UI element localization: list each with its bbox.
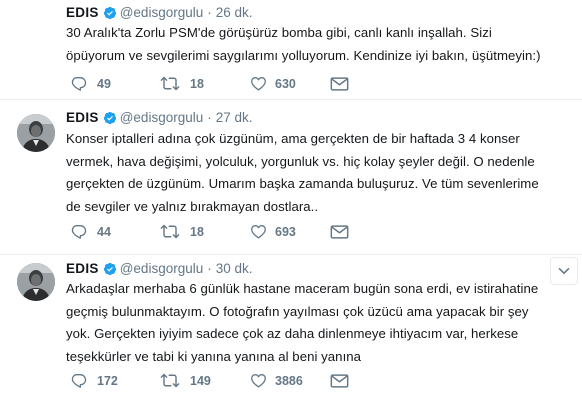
tweet-text-line: Arkadaşlar merhaba 6 günlük hastane mace… <box>66 281 539 296</box>
tweet-timestamp[interactable]: 27 dk. <box>216 110 253 125</box>
tweet-text-line: teşekkürler ve tabi ki yanına yanına al … <box>66 348 362 364</box>
author-handle[interactable]: @edisgorgulu <box>120 110 204 125</box>
heart-icon <box>251 374 266 388</box>
author-name[interactable]: EDIS <box>66 261 99 276</box>
tweet-actions: 172 149 3886 <box>70 373 420 388</box>
reply-count: 44 <box>97 224 111 239</box>
tweet-actions: 44 18 693 <box>70 224 420 239</box>
envelope-icon <box>330 373 349 388</box>
separator-dot: · <box>207 110 212 125</box>
like-count: 693 <box>275 224 296 239</box>
reply-count: 172 <box>97 373 118 388</box>
verified-badge-icon <box>103 6 117 20</box>
direct-message-button[interactable] <box>330 76 420 91</box>
avatar[interactable] <box>17 114 55 152</box>
reply-button[interactable]: 49 <box>70 76 160 91</box>
envelope-icon <box>330 224 349 239</box>
tweet[interactable]: EDIS @edisgorgulu · 26 dk. 30 Aralık'ta … <box>0 0 582 100</box>
tweet-feed: EDIS @edisgorgulu · 26 dk. 30 Aralık'ta … <box>0 0 582 403</box>
tweet-text: Konser iptalleri adına çok üzgünüm, ama … <box>66 128 570 218</box>
tweet-text-line: gerçekten de üzgünüm. Umarım başka zaman… <box>66 176 539 191</box>
tweet-header: EDIS @edisgorgulu · 26 dk. <box>66 5 253 20</box>
like-count: 630 <box>275 76 296 91</box>
like-count: 3886 <box>275 373 303 388</box>
tweet-text-line: 30 Aralık'ta Zorlu PSM'de görüşürüz bomb… <box>66 25 492 40</box>
tweet-actions: 49 18 630 <box>70 76 420 91</box>
author-handle[interactable]: @edisgorgulu <box>120 5 204 20</box>
avatar[interactable] <box>17 263 55 301</box>
retweet-count: 18 <box>190 76 204 91</box>
reply-button[interactable]: 172 <box>70 373 160 388</box>
author-name[interactable]: EDIS <box>66 5 99 20</box>
tweet[interactable]: EDIS @edisgorgulu · 27 dk. Konser iptall… <box>0 100 582 255</box>
tweet-text-line: vermek, hava değişimi, yolculuk, yorgunl… <box>66 153 535 169</box>
tweet-timestamp[interactable]: 30 dk. <box>216 261 253 276</box>
retweet-button[interactable]: 18 <box>160 76 250 91</box>
reply-icon <box>71 374 87 388</box>
tweet-text-line: geçmiş bulunmaktayım. O fotoğrafın yayıl… <box>66 303 529 319</box>
author-name[interactable]: EDIS <box>66 110 99 125</box>
verified-badge-icon <box>103 111 117 125</box>
retweet-icon <box>160 373 180 388</box>
direct-message-button[interactable] <box>330 224 420 239</box>
tweet-text: 30 Aralık'ta Zorlu PSM'de görüşürüz bomb… <box>66 22 570 67</box>
tweet-text: Arkadaşlar merhaba 6 günlük hastane mace… <box>66 278 570 368</box>
tweet-text-line: yok. Gerçekten iyiyim sadece çok az daha… <box>66 326 519 341</box>
verified-badge-icon <box>103 262 117 276</box>
tweet-text-line: Konser iptalleri adına çok üzgünüm, ama … <box>66 131 520 146</box>
tweet-text-line: öpüyorum ve sevgilerimi saygılarımı yoll… <box>66 47 541 63</box>
retweet-icon <box>160 76 180 91</box>
direct-message-button[interactable] <box>330 373 420 388</box>
tweet-options-button[interactable] <box>550 257 578 285</box>
reply-count: 49 <box>97 76 111 91</box>
tweet-text-line: de sevgiler ve yalnız bırakmayan dostlar… <box>66 198 319 214</box>
heart-icon <box>251 225 266 239</box>
like-button[interactable]: 693 <box>250 224 330 239</box>
envelope-icon <box>330 76 349 91</box>
reply-icon <box>71 77 87 91</box>
tweet-header: EDIS @edisgorgulu · 27 dk. <box>66 110 253 125</box>
retweet-count: 149 <box>190 373 211 388</box>
reply-icon <box>71 225 87 239</box>
separator-dot: · <box>207 261 212 276</box>
retweet-icon <box>160 224 180 239</box>
tweet[interactable]: EDIS @edisgorgulu · 30 dk. Arkadaşlar me… <box>0 255 582 403</box>
author-handle[interactable]: @edisgorgulu <box>120 261 204 276</box>
reply-button[interactable]: 44 <box>70 224 160 239</box>
tweet-header: EDIS @edisgorgulu · 30 dk. <box>66 261 253 276</box>
retweet-count: 18 <box>190 224 204 239</box>
retweet-button[interactable]: 149 <box>160 373 250 388</box>
retweet-button[interactable]: 18 <box>160 224 250 239</box>
like-button[interactable]: 3886 <box>250 373 330 388</box>
chevron-down-icon <box>558 268 570 274</box>
tweet-timestamp[interactable]: 26 dk. <box>216 5 253 20</box>
separator-dot: · <box>207 5 212 20</box>
like-button[interactable]: 630 <box>250 76 330 91</box>
heart-icon <box>251 77 266 91</box>
